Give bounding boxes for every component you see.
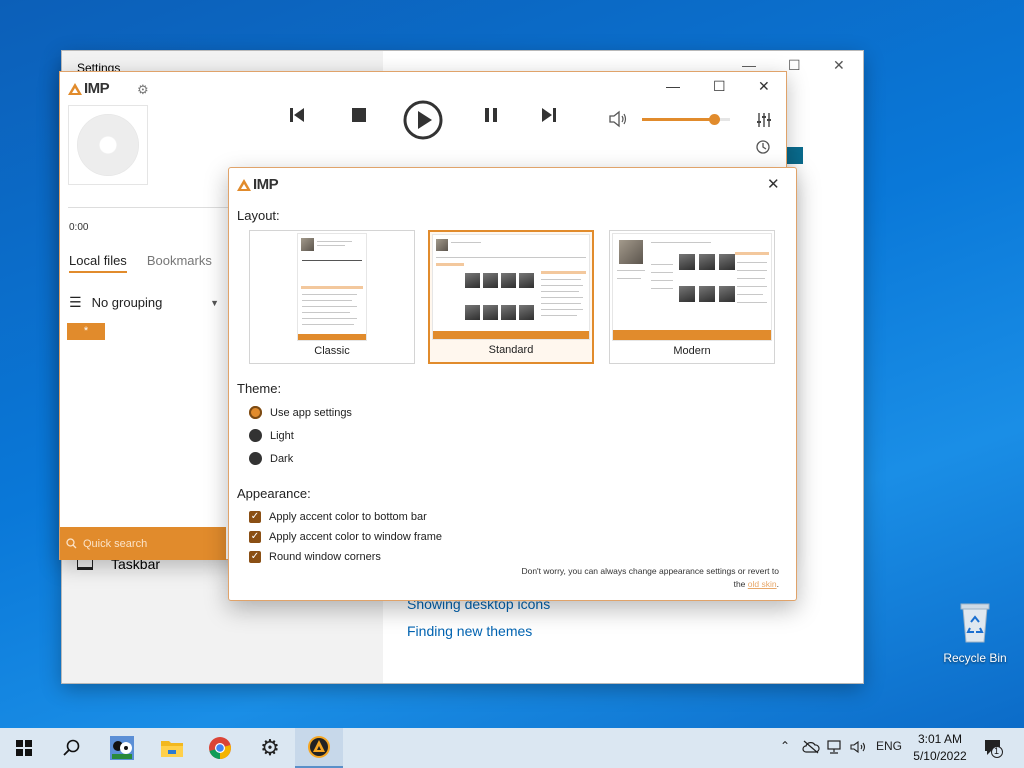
taskbar-search-button[interactable] bbox=[48, 728, 96, 768]
layout-standard-label: Standard bbox=[488, 344, 534, 356]
volume-slider[interactable] bbox=[642, 114, 730, 125]
theme-option-app-settings[interactable]: Use app settings bbox=[249, 406, 352, 419]
settings-maximize-button[interactable]: ☐ bbox=[788, 57, 801, 74]
dialog-close-button[interactable]: ✕ bbox=[767, 175, 780, 193]
aimp-logo-icon bbox=[68, 82, 82, 95]
theme-color-swatch bbox=[786, 147, 803, 164]
recycle-bin-desktop-icon[interactable]: Recycle Bin bbox=[940, 600, 1010, 665]
dialog-aimp-logo: IMP bbox=[237, 176, 279, 193]
album-cover bbox=[68, 105, 148, 185]
layout-heading: Layout: bbox=[237, 208, 280, 223]
taskbar-file-explorer[interactable] bbox=[148, 728, 196, 768]
speaker-icon[interactable] bbox=[850, 740, 868, 754]
revert-note: Don't worry, you can always change appea… bbox=[521, 566, 779, 589]
volume-thumb[interactable] bbox=[709, 114, 721, 125]
taskbar-clock[interactable]: 3:01 AM 5/10/2022 bbox=[907, 731, 973, 765]
accent-bottom-bar-checkbox[interactable]: ✓ Apply accent color to bottom bar bbox=[249, 511, 427, 523]
appearance-heading: Appearance: bbox=[237, 486, 311, 501]
notification-count: 1 bbox=[994, 746, 1000, 756]
radio-selected[interactable] bbox=[249, 406, 262, 419]
aimp-minimize-button[interactable]: — bbox=[666, 78, 680, 94]
app-icon bbox=[110, 736, 134, 760]
play-icon[interactable] bbox=[402, 99, 444, 141]
chevron-down-icon: ▼ bbox=[210, 297, 219, 308]
theme-option-dark[interactable]: Dark bbox=[249, 452, 293, 465]
aimp-logo-icon bbox=[237, 178, 251, 191]
clock-date: 5/10/2022 bbox=[913, 749, 967, 763]
action-center-button[interactable]: 1 bbox=[983, 738, 1003, 758]
appearance-dialog: IMP ✕ Layout: Classic Standard Modern Th… bbox=[228, 167, 797, 601]
finding-new-themes-link[interactable]: Finding new themes bbox=[407, 623, 532, 639]
theme-option-light[interactable]: Light bbox=[249, 429, 294, 442]
radio-unselected[interactable] bbox=[249, 429, 262, 442]
playlist-tabs: Local files Bookmarks bbox=[69, 253, 212, 273]
quick-search-placeholder: Quick search bbox=[83, 537, 148, 550]
layout-modern-label: Modern bbox=[673, 345, 711, 357]
network-icon[interactable] bbox=[826, 740, 842, 754]
grouping-dropdown[interactable]: ☰ No grouping ▼ bbox=[69, 294, 219, 311]
tab-local-files[interactable]: Local files bbox=[69, 253, 127, 273]
notification-icon bbox=[985, 740, 1003, 758]
layout-option-standard[interactable]: Standard bbox=[428, 230, 594, 364]
stop-icon[interactable] bbox=[350, 106, 368, 124]
layout-classic-label: Classic bbox=[314, 345, 350, 357]
volume-icon[interactable] bbox=[608, 110, 628, 128]
volume-fill bbox=[642, 118, 715, 121]
recycle-bin-icon bbox=[960, 603, 990, 643]
next-icon[interactable] bbox=[540, 106, 558, 124]
theme-heading: Theme: bbox=[237, 381, 282, 396]
aimp-logo: IMP bbox=[68, 80, 110, 97]
tab-bookmarks[interactable]: Bookmarks bbox=[147, 253, 212, 273]
chrome-icon bbox=[209, 737, 231, 759]
checkmark-icon[interactable]: ✓ bbox=[249, 551, 261, 563]
aimp-icon bbox=[308, 736, 330, 758]
gear-icon[interactable]: ⚙ bbox=[137, 82, 149, 98]
start-button[interactable] bbox=[0, 728, 48, 768]
checkmark-icon[interactable]: ✓ bbox=[249, 531, 261, 543]
layout-option-classic[interactable]: Classic bbox=[249, 230, 415, 364]
pause-icon[interactable] bbox=[482, 106, 500, 124]
taskbar-chrome[interactable] bbox=[196, 728, 244, 768]
layout-option-modern[interactable]: Modern bbox=[609, 230, 775, 364]
taskbar-settings[interactable]: ⚙ bbox=[246, 728, 294, 768]
language-indicator[interactable]: ENG bbox=[876, 739, 902, 753]
aimp-maximize-button[interactable]: ☐ bbox=[713, 78, 726, 95]
disc-icon bbox=[77, 114, 139, 176]
clock-icon[interactable] bbox=[756, 140, 770, 154]
seek-bar[interactable] bbox=[68, 207, 228, 208]
filter-tag[interactable]: * bbox=[67, 323, 105, 340]
cloud-offline-icon[interactable] bbox=[802, 740, 820, 754]
clock-time: 3:01 AM bbox=[917, 732, 963, 746]
equalizer-icon[interactable] bbox=[756, 112, 772, 128]
modern-preview bbox=[612, 233, 772, 341]
grouping-label: No grouping bbox=[91, 295, 163, 310]
checkmark-icon[interactable]: ✓ bbox=[249, 511, 261, 523]
chevron-up-icon[interactable]: ⌃ bbox=[780, 739, 790, 753]
quick-search-bar[interactable]: Quick search bbox=[60, 527, 226, 560]
playback-time: 0:00 bbox=[69, 222, 89, 233]
menu-icon: ☰ bbox=[69, 294, 82, 310]
search-icon bbox=[66, 538, 77, 549]
file-explorer-icon bbox=[161, 741, 183, 757]
old-skin-link[interactable]: old skin bbox=[748, 579, 777, 589]
previous-icon[interactable] bbox=[288, 106, 306, 124]
windows-start-icon bbox=[16, 740, 32, 756]
taskbar-aimp[interactable] bbox=[295, 728, 343, 768]
settings-icon: ⚙ bbox=[260, 735, 280, 760]
radio-unselected[interactable] bbox=[249, 452, 262, 465]
classic-preview bbox=[297, 233, 367, 341]
accent-window-frame-checkbox[interactable]: ✓ Apply accent color to window frame bbox=[249, 531, 442, 543]
taskbar-app-mascot[interactable] bbox=[98, 728, 146, 768]
recycle-bin-label: Recycle Bin bbox=[943, 651, 1007, 665]
round-corners-checkbox[interactable]: ✓ Round window corners bbox=[249, 551, 381, 563]
standard-preview bbox=[432, 234, 590, 340]
settings-close-button[interactable]: ✕ bbox=[833, 57, 845, 74]
aimp-close-button[interactable]: ✕ bbox=[758, 78, 770, 95]
windows-taskbar: ⚙ ⌃ ENG 3:01 AM 5/10/2022 1 bbox=[0, 728, 1024, 768]
search-icon bbox=[63, 739, 80, 756]
